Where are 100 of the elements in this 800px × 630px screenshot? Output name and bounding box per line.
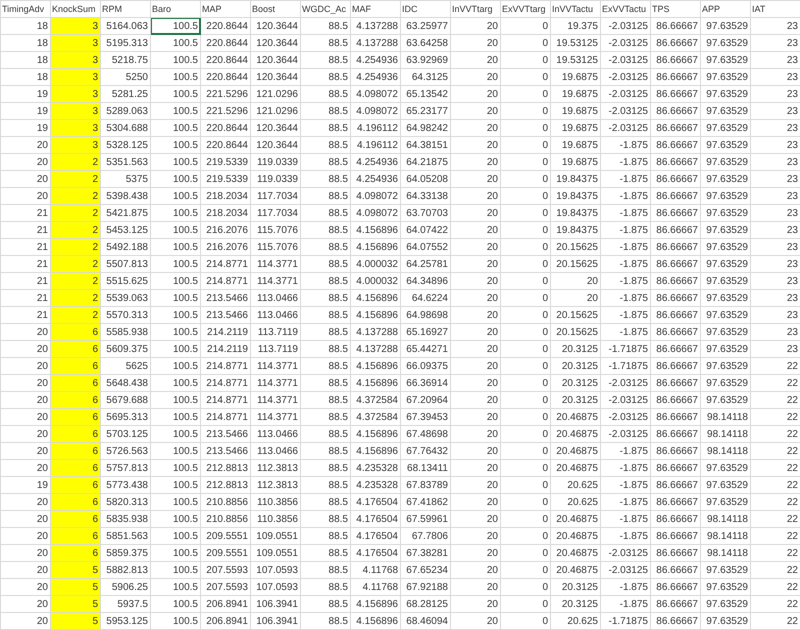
table-cell[interactable]: -2.03125	[600, 86, 650, 102]
table-cell[interactable]: -1.875	[600, 476, 650, 494]
table-cell[interactable]: 20	[450, 358, 500, 374]
table-cell[interactable]: 114.3771	[250, 392, 300, 408]
table-cell[interactable]: 20	[450, 68, 500, 86]
table-cell[interactable]: 2	[50, 222, 100, 238]
table-cell[interactable]: 4.176504	[350, 528, 400, 544]
table-cell[interactable]: 209.5551	[200, 528, 250, 544]
table-cell[interactable]: 5218.75	[100, 52, 150, 68]
column-header[interactable]: IDC	[400, 0, 450, 18]
table-cell[interactable]: 2	[50, 238, 100, 256]
table-cell[interactable]: 19.53125	[550, 52, 600, 68]
table-cell[interactable]: 19	[0, 86, 50, 102]
table-cell[interactable]: 88.5	[300, 222, 350, 238]
table-cell[interactable]: 97.63529	[700, 562, 750, 578]
table-cell[interactable]: -2.03125	[600, 102, 650, 120]
table-cell[interactable]: 20.3125	[550, 374, 600, 392]
table-cell[interactable]: 20.46875	[550, 408, 600, 426]
table-cell[interactable]: 219.5339	[200, 154, 250, 170]
table-cell[interactable]: 221.5296	[200, 102, 250, 120]
table-cell[interactable]: 88.5	[300, 476, 350, 494]
table-cell[interactable]: 100.5	[150, 188, 200, 204]
table-cell[interactable]: 20.15625	[550, 256, 600, 272]
table-cell[interactable]: 97.63529	[700, 204, 750, 222]
table-cell[interactable]: 6	[50, 494, 100, 510]
table-cell[interactable]: 5859.375	[100, 544, 150, 562]
column-header[interactable]: MAF	[350, 0, 400, 18]
table-cell[interactable]: 20	[450, 238, 500, 256]
table-cell[interactable]: 18	[0, 18, 50, 34]
table-cell[interactable]: 86.66667	[650, 544, 700, 562]
table-cell[interactable]: 20.625	[550, 476, 600, 494]
table-cell[interactable]: 63.92969	[400, 52, 450, 68]
table-cell[interactable]: -1.875	[600, 460, 650, 476]
table-cell[interactable]: 20	[550, 272, 600, 290]
table-cell[interactable]: 88.5	[300, 102, 350, 120]
table-cell[interactable]: 20.46875	[550, 426, 600, 442]
table-cell[interactable]: -1.875	[600, 188, 650, 204]
table-cell[interactable]: 20	[0, 408, 50, 426]
table-cell[interactable]: 0	[500, 544, 550, 562]
table-cell[interactable]: 100.5	[150, 340, 200, 358]
table-cell[interactable]: 212.8813	[200, 460, 250, 476]
table-cell[interactable]: 20	[450, 460, 500, 476]
table-cell[interactable]: 5	[50, 578, 100, 596]
table-cell[interactable]: 2	[50, 204, 100, 222]
table-cell[interactable]: 19.84375	[550, 188, 600, 204]
table-cell[interactable]: 20	[550, 290, 600, 306]
table-cell[interactable]: 97.63529	[700, 102, 750, 120]
table-cell[interactable]: 113.7119	[250, 324, 300, 340]
table-cell[interactable]: 64.25781	[400, 256, 450, 272]
table-cell[interactable]: 97.63529	[700, 392, 750, 408]
table-cell[interactable]: 19.375	[550, 18, 600, 34]
table-cell[interactable]: -2.03125	[600, 34, 650, 52]
table-cell[interactable]: 19	[0, 102, 50, 120]
table-cell[interactable]: 4.254936	[350, 154, 400, 170]
table-cell[interactable]: 88.5	[300, 510, 350, 528]
table-cell[interactable]: -1.875	[600, 238, 650, 256]
table-cell[interactable]: 106.3941	[250, 612, 300, 630]
table-cell[interactable]: 0	[500, 34, 550, 52]
table-cell[interactable]: 117.7034	[250, 204, 300, 222]
table-cell[interactable]: -1.71875	[600, 358, 650, 374]
table-cell[interactable]: 5421.875	[100, 204, 150, 222]
table-cell[interactable]: 4.196112	[350, 136, 400, 154]
table-cell[interactable]: 20	[450, 544, 500, 562]
table-cell[interactable]: 67.65234	[400, 562, 450, 578]
table-cell[interactable]: 20	[450, 154, 500, 170]
table-cell[interactable]: 6	[50, 528, 100, 544]
table-cell[interactable]: 68.28125	[400, 596, 450, 612]
table-cell[interactable]: 86.66667	[650, 154, 700, 170]
table-cell[interactable]: 97.63529	[700, 324, 750, 340]
table-cell[interactable]: 4.254936	[350, 170, 400, 188]
table-cell[interactable]: 64.33138	[400, 188, 450, 204]
table-cell[interactable]: 100.5	[150, 120, 200, 136]
table-cell[interactable]: 19.6875	[550, 136, 600, 154]
table-cell[interactable]: 86.66667	[650, 460, 700, 476]
table-cell[interactable]: 20	[0, 578, 50, 596]
table-cell[interactable]: 214.8771	[200, 256, 250, 272]
table-cell[interactable]: 5835.938	[100, 510, 150, 528]
table-cell[interactable]: 0	[500, 612, 550, 630]
table-cell[interactable]: 214.8771	[200, 392, 250, 408]
table-cell[interactable]: -2.03125	[600, 562, 650, 578]
table-cell[interactable]: 5507.813	[100, 256, 150, 272]
table-cell[interactable]: 19	[0, 120, 50, 136]
table-cell[interactable]: 19.6875	[550, 86, 600, 102]
table-cell[interactable]: 3	[50, 18, 100, 34]
table-cell[interactable]: 100.5	[150, 578, 200, 596]
table-cell[interactable]: 220.8644	[200, 68, 250, 86]
table-cell[interactable]: 20	[450, 86, 500, 102]
table-cell[interactable]: 4.000032	[350, 272, 400, 290]
table-cell[interactable]: 86.66667	[650, 86, 700, 102]
table-cell[interactable]: 86.66667	[650, 272, 700, 290]
table-cell[interactable]: 20	[450, 188, 500, 204]
table-cell[interactable]: 119.0339	[250, 170, 300, 188]
table-cell[interactable]: 6	[50, 426, 100, 442]
table-cell[interactable]: 0	[500, 102, 550, 120]
table-cell[interactable]: 4.372584	[350, 408, 400, 426]
table-cell[interactable]: 5	[50, 562, 100, 578]
table-cell[interactable]: 6	[50, 476, 100, 494]
table-cell[interactable]: 0	[500, 324, 550, 340]
table-cell[interactable]: 88.5	[300, 256, 350, 272]
table-cell[interactable]: 4.137288	[350, 324, 400, 340]
